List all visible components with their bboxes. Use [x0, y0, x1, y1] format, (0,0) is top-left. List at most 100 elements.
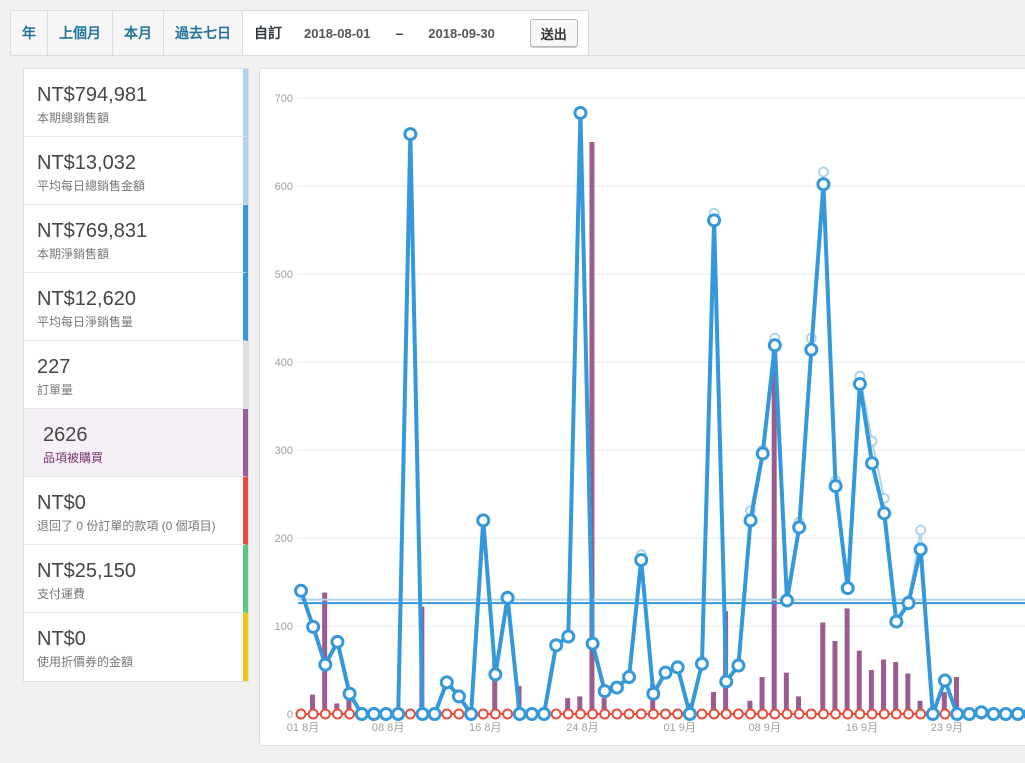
legend-value: NT$25,150: [37, 560, 136, 582]
legend-refunds[interactable]: NT$0 退回了 0 份訂單的款項 (0 個項目): [24, 477, 248, 545]
legend-avg-gross-sales[interactable]: NT$13,032 平均每日總銷售金額: [24, 137, 248, 205]
bar: [881, 659, 887, 714]
x-tick-label: 01 8月: [287, 722, 319, 734]
series-point: [307, 708, 319, 720]
series-point: [574, 708, 586, 720]
series-point: [854, 708, 866, 720]
range-tab-year[interactable]: 年: [11, 11, 48, 55]
series-point: [937, 673, 952, 688]
series-point: [500, 590, 515, 605]
legend-value: NT$12,620: [37, 288, 136, 310]
range-tab-this-month[interactable]: 本月: [113, 11, 164, 55]
y-tick-label: 100: [275, 621, 293, 633]
series-point: [792, 520, 807, 535]
tab-divider: [10, 55, 1025, 56]
series-point: [708, 708, 720, 720]
series-point: [817, 166, 829, 178]
series-point: [550, 708, 562, 720]
legend-coupons[interactable]: NT$0 使用折價券的金額: [24, 613, 248, 681]
series-point: [828, 479, 843, 494]
legend-label: 平均每日總銷售金額: [37, 179, 146, 193]
series-point: [986, 707, 1001, 721]
legend-avg-net-sales[interactable]: NT$12,620 平均每日淨銷售量: [24, 273, 248, 341]
legend-net-sales[interactable]: NT$769,831 本期淨銷售額: [24, 205, 248, 273]
series-point: [319, 708, 331, 720]
series-point: [745, 708, 757, 720]
legend-orders[interactable]: 227 訂單量: [24, 341, 248, 409]
x-tick-label: 16 9月: [846, 722, 878, 734]
x-tick-label: 24 8月: [566, 722, 598, 734]
series-point: [622, 670, 637, 685]
series-point: [743, 513, 758, 528]
date-range-bar: 年 上個月 本月 過去七日 自訂 2018-08-01 – 2018-09-30…: [10, 10, 589, 55]
series-point: [696, 708, 708, 720]
legend-value: NT$13,032: [37, 152, 136, 174]
y-tick-label: 700: [275, 93, 293, 105]
chart-legend: NT$794,981 本期總銷售額 NT$13,032 平均每日總銷售金額 NT…: [23, 68, 249, 682]
series-point: [903, 708, 914, 720]
legend-label: 品項被購買: [43, 451, 104, 465]
series-point: [344, 708, 356, 720]
series-point: [804, 342, 819, 357]
end-date-input[interactable]: 2018-09-30: [428, 26, 495, 41]
series-point: [634, 553, 649, 567]
series-point: [295, 708, 307, 720]
series-point: [830, 708, 842, 720]
series-point: [889, 614, 904, 629]
series-point: [524, 707, 539, 721]
legend-label: 退回了 0 份訂單的款項 (0 個項目): [37, 519, 216, 533]
submit-button[interactable]: 送出: [529, 19, 578, 47]
series-point: [915, 524, 927, 536]
series-point: [939, 708, 951, 720]
x-tick-label: 23 9月: [931, 722, 963, 734]
series-point: [658, 665, 673, 680]
series-point: [512, 707, 527, 721]
legend-value: NT$794,981: [37, 84, 148, 106]
legend-shipping[interactable]: NT$25,150 支付運費: [24, 545, 248, 613]
series-point: [609, 680, 624, 695]
series-point: [816, 177, 831, 192]
series-point: [767, 338, 782, 353]
start-date-input[interactable]: 2018-08-01: [304, 26, 371, 41]
legend-value: NT$769,831: [37, 220, 148, 242]
x-tick-label: 01 9月: [663, 722, 695, 734]
date-separator: –: [395, 25, 404, 41]
legend-items-purchased[interactable]: 2626 品項被購買: [24, 409, 248, 477]
series-point: [672, 708, 684, 720]
series-point: [707, 213, 722, 228]
series-point: [354, 707, 369, 721]
series-point: [901, 596, 916, 611]
bar: [844, 608, 850, 714]
x-tick-label: 08 9月: [748, 722, 780, 734]
series-point: [415, 707, 430, 721]
series-point: [635, 708, 647, 720]
series-point: [769, 708, 781, 720]
series-point: [694, 656, 709, 671]
legend-gross-sales[interactable]: NT$794,981 本期總銷售額: [24, 69, 248, 137]
x-tick-label: 08 8月: [372, 722, 404, 734]
series-point: [451, 689, 466, 704]
legend-label: 本期淨銷售額: [37, 247, 110, 261]
series-point: [840, 581, 855, 596]
series-point: [962, 707, 977, 721]
series-point: [439, 675, 454, 690]
series-point: [781, 708, 793, 720]
bar: [783, 672, 789, 714]
range-tab-last-7-days[interactable]: 過去七日: [164, 11, 243, 55]
series-point: [805, 708, 817, 720]
bar: [856, 650, 862, 714]
series-point: [453, 708, 465, 720]
legend-label: 平均每日淨銷售量: [37, 315, 134, 329]
series-point: [404, 708, 416, 720]
series-point: [502, 708, 514, 720]
y-tick-label: 500: [275, 269, 293, 281]
range-tab-last-month[interactable]: 上個月: [48, 11, 113, 55]
bar: [905, 673, 911, 714]
series-point: [537, 707, 551, 721]
legend-value: NT$0: [37, 492, 86, 514]
series-point: [913, 542, 928, 557]
series-point: [318, 657, 333, 672]
series-point: [331, 708, 343, 720]
series-point: [780, 593, 794, 608]
series-point: [403, 127, 418, 142]
